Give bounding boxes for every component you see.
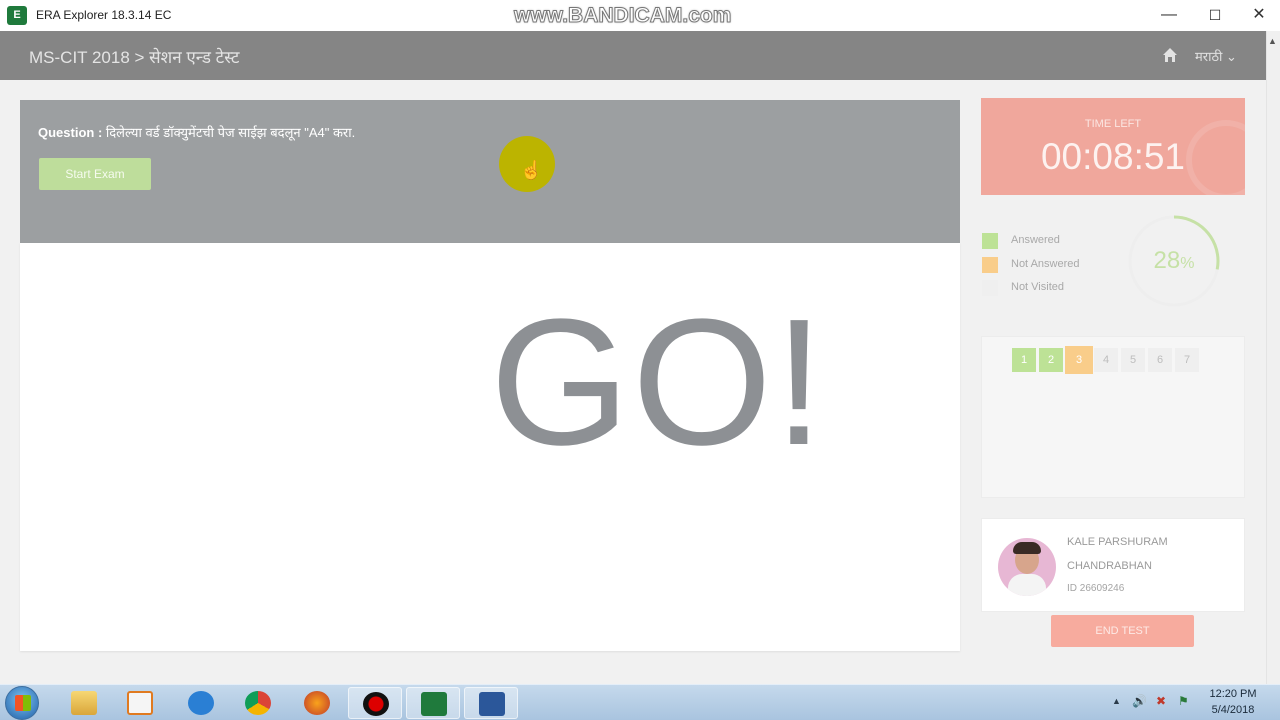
start-exam-button[interactable]: Start Exam [39,158,151,190]
scroll-up-arrow-icon[interactable]: ▲ [1268,36,1277,46]
question-nav-button[interactable]: 5 [1121,348,1145,372]
hand-cursor-icon: ☝ [520,160,543,180]
question-text: Question : दिलेल्या वर्ड डॉक्युमेंटची पे… [38,123,355,141]
start-button[interactable] [5,686,39,720]
legend-not-answered: Not Answered [981,256,1121,274]
go-countdown-text: GO! [490,282,827,483]
legend-answered: Answered [981,232,1121,250]
question-nav-button[interactable]: 4 [1094,348,1118,372]
not-answered-swatch [982,257,998,273]
taskbar-word[interactable] [464,687,518,719]
taskbar-bandicam[interactable] [348,687,402,719]
maximize-button[interactable]: ☐ [1195,4,1235,26]
network-alert-icon[interactable]: ✖ [1156,694,1166,708]
question-nav-button[interactable]: 3 [1065,346,1093,374]
taskbar-chrome[interactable] [231,687,285,719]
windows-taskbar: ▲ 🔊 ✖ ⚑ [0,684,1280,720]
timer-label: TIME LEFT [1084,118,1142,130]
exam-header: MS-CIT 2018 > सेशन एन्ड टेस्ट मराठी ⌄ [0,31,1266,80]
taskbar-firefox[interactable] [290,687,344,719]
flag-icon[interactable]: ⚑ [1178,694,1189,708]
timer-value: 00:08:51 [1040,136,1186,177]
record-icon [363,692,389,716]
word-icon [479,692,505,716]
avatar [998,538,1056,596]
legend-not-visited: Not Visited [981,279,1121,297]
not-visited-swatch [982,280,998,296]
tray-expand-icon[interactable]: ▲ [1112,696,1121,706]
taskbar-era-explorer[interactable] [406,687,460,719]
question-body: दिलेल्या वर्ड डॉक्युमेंटची पेज साईझ बदलू… [105,125,356,140]
era-app-icon: E [7,6,27,25]
user-card: KALE PARSHURAM CHANDRABHAN ID 26609246 [981,518,1245,612]
user-name-line2: CHANDRABHAN [1067,560,1152,572]
question-label: Question : [38,125,103,140]
legend-label: Not Answered [1011,258,1080,270]
taskbar-explorer[interactable] [57,687,111,719]
language-dropdown[interactable]: मराठी ⌄ [1195,47,1237,65]
exam-content-area: GO! [20,243,960,651]
timer-panel: TIME LEFT 00:08:51 [981,98,1245,195]
taskbar-internet-explorer[interactable] [174,687,228,719]
question-nav-button[interactable]: 1 [1012,348,1036,372]
chrome-icon [245,691,271,715]
answered-swatch [982,233,998,249]
folder-icon [71,691,97,715]
close-button[interactable]: ✕ [1239,4,1279,26]
progress-value: 28 [1153,247,1181,274]
breadcrumb: MS-CIT 2018 > सेशन एन्ड टेस्ट [29,48,240,67]
question-navigator: 1 2 3 4 5 6 7 [981,336,1245,498]
user-name-line1: KALE PARSHURAM [1067,536,1168,548]
question-panel: Question : दिलेल्या वर्ड डॉक्युमेंटची पे… [20,100,960,243]
question-nav-button[interactable]: 6 [1148,348,1172,372]
legend-label: Not Visited [1011,281,1064,293]
taskbar-media-player[interactable] [113,687,167,719]
window-title: ERA Explorer 18.3.14 EC [36,8,172,22]
progress-unit: % [1180,255,1195,272]
home-icon[interactable] [1162,47,1178,63]
media-player-icon [127,691,153,715]
vertical-scrollbar[interactable] [1266,31,1280,684]
firefox-icon [304,691,330,715]
minimize-button[interactable]: — [1149,4,1189,26]
end-test-button[interactable]: END TEST [1051,615,1194,647]
app-window: E ERA Explorer 18.3.14 EC www.BANDICAM.c… [0,0,1280,684]
clock-date[interactable]: 5/4/2018 [1200,704,1266,716]
bandicam-watermark: www.BANDICAM.com [513,4,732,28]
era-explorer-icon [421,692,447,716]
question-nav-button[interactable]: 7 [1175,348,1199,372]
clock-time[interactable]: 12:20 PM [1200,688,1266,700]
title-bar: E ERA Explorer 18.3.14 EC www.BANDICAM.c… [0,0,1280,31]
volume-icon[interactable]: 🔊 [1132,694,1147,708]
windows-logo-icon [15,695,31,711]
user-id: ID 26609246 [1067,583,1125,594]
progress-percent: 28% [1126,247,1222,275]
question-nav-button[interactable]: 2 [1039,348,1063,372]
legend-label: Answered [1011,234,1060,246]
internet-explorer-icon [188,691,214,715]
